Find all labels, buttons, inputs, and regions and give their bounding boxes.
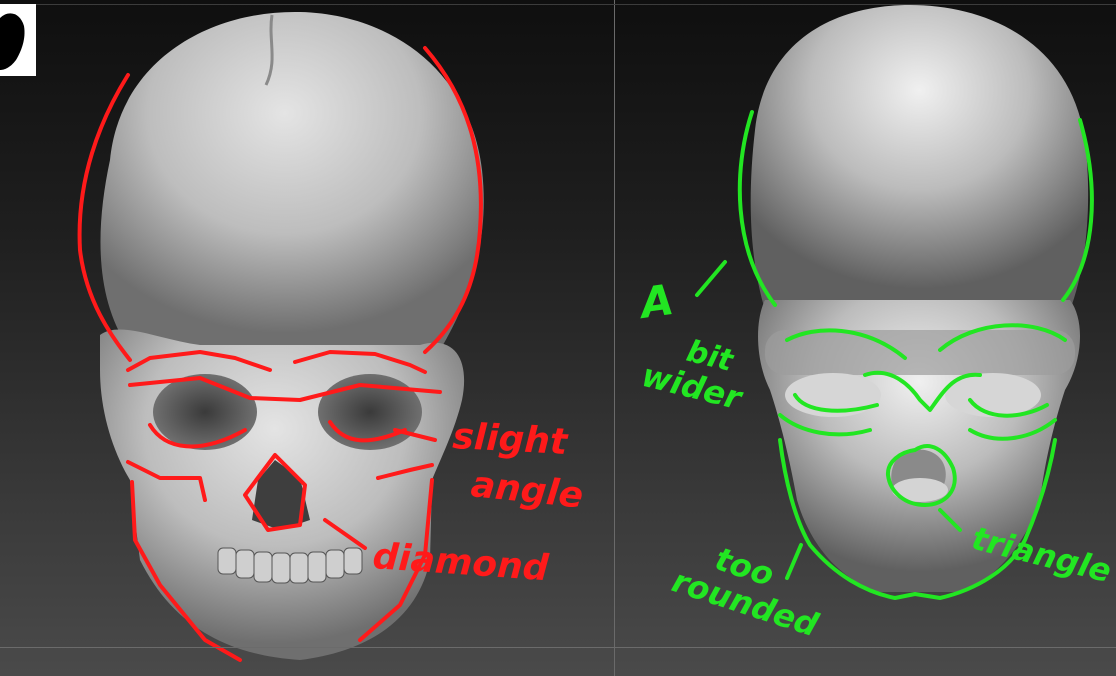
a-label: A: [635, 275, 677, 328]
head-silhouette-icon: [0, 13, 25, 70]
reference-skull-render: slight angle diamond: [77, 11, 585, 662]
right-viewport[interactable]: A bit wider too rounded triangle: [615, 0, 1116, 676]
left-viewport[interactable]: slight angle diamond: [0, 0, 614, 676]
cranium: [100, 11, 484, 350]
zbrush-comparison-canvas: slight angle diamond A bit wider too rou…: [0, 0, 1116, 676]
head-thumbnail[interactable]: [0, 4, 36, 76]
left-orbit: [153, 374, 257, 450]
viewport-top-border: [0, 4, 1116, 5]
cranium: [750, 5, 1089, 310]
angle-label: angle: [469, 464, 585, 517]
slight-label: slight: [452, 416, 570, 463]
sculpt-render: A bit wider too rounded triangle: [635, 5, 1115, 645]
floor-grid-line: [0, 647, 1116, 648]
